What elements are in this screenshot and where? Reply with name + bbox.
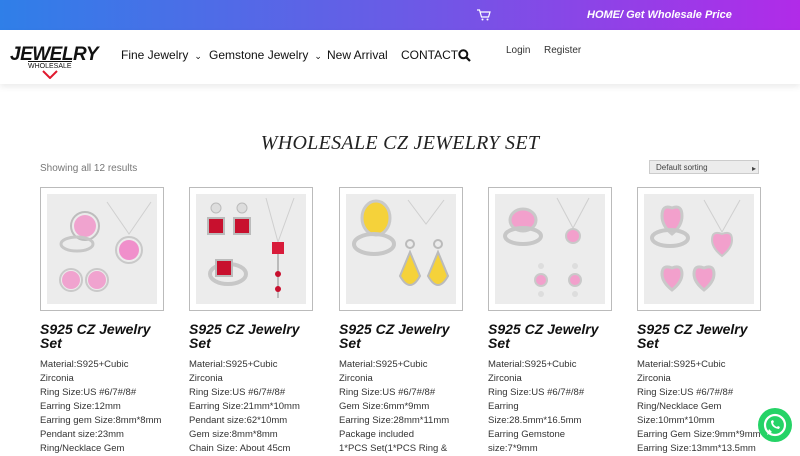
page-title: WHOLESALE CZ JEWELRY SET [260, 132, 540, 154]
product-spec-line: Gem Size:6mm*9mm [339, 401, 430, 412]
wholesale-price-link[interactable]: HOME/ Get Wholesale Price [587, 9, 732, 21]
nav-label: Gemstone Jewelry [209, 48, 309, 62]
product-spec-line: Zirconia [189, 373, 223, 384]
product-spec-line: Material:S925+Cubic [40, 359, 129, 370]
nav-label: Fine Jewelry [121, 48, 189, 62]
product-title[interactable]: S925 CZ Jewelry Set [339, 322, 463, 350]
product-spec-line: Earring Gemstone [488, 429, 566, 440]
nav-fine-jewelry[interactable]: Fine Jewelry ⌄ [121, 48, 202, 62]
product-spec-line: Pendant size:62*10mm [189, 415, 288, 426]
product-spec-line: Material:S925+Cubic [637, 359, 726, 370]
site-logo[interactable]: JEWELRY WHOLESALE [10, 44, 99, 79]
search-icon[interactable] [458, 49, 471, 62]
register-link[interactable]: Register [544, 45, 581, 56]
product-spec-line: Ring/Necklace Gem [637, 401, 722, 412]
nav-gemstone-jewelry[interactable]: Gemstone Jewelry ⌄ [209, 48, 322, 62]
product-image-frame[interactable] [40, 187, 164, 311]
nav-label: CONTACT [401, 48, 459, 62]
site-header [0, 30, 800, 84]
product-spec-line: Earring Size:28mm*11mm [339, 415, 450, 426]
product-spec-line: Ring Size:US #6/7#/8# [488, 387, 585, 398]
product-spec-line: Earring Size:13mm*13.5mm [637, 443, 756, 454]
product-description: Material:S925+Cubic Zirconia Ring Size:U… [40, 358, 164, 456]
chevron-down-icon: ⌄ [314, 51, 322, 61]
product-spec-line: Earring gem Size:8mm*8mm [40, 415, 162, 426]
results-count: Showing all 12 results [40, 163, 138, 174]
product-title[interactable]: S925 CZ Jewelry Set [488, 322, 612, 350]
nav-contact[interactable]: CONTACT [401, 48, 458, 62]
product-title[interactable]: S925 CZ Jewelry Set [637, 322, 761, 350]
product-spec-line: Ring Size:US #6/7#/8# [189, 387, 286, 398]
product-spec-line: Zirconia [40, 373, 74, 384]
product-spec-line: Size:28.5mm*16.5mm [488, 415, 582, 426]
whatsapp-icon [763, 413, 787, 437]
product-spec-line: Zirconia [637, 373, 671, 384]
product-spec-line: Ring Size:US #6/7#/8# [40, 387, 137, 398]
product-spec-line: Chain Size: About 45cm [189, 443, 291, 454]
product-description: Material:S925+Cubic Zirconia Ring Size:U… [488, 358, 612, 456]
product-spec-line: 1*PCS Set(1*PCS Ring & [339, 443, 448, 454]
product-spec-line: Earring Gem Size:9mm*9mm [637, 429, 761, 440]
product-spec-line: size:7*9mm [488, 443, 538, 454]
product-spec-line: Material:S925+Cubic [339, 359, 428, 370]
product-image [495, 194, 605, 304]
product-spec-line: Ring Size:US #6/7#/8# [339, 387, 436, 398]
nav-new-arrival[interactable]: New Arrival [327, 48, 388, 62]
product-spec-line: Pendant size:23mm [40, 429, 124, 440]
product-spec-line: Gem size:8mm*8mm [189, 429, 278, 440]
product-spec-line: Material:S925+Cubic [488, 359, 577, 370]
cart-icon[interactable] [477, 9, 491, 21]
product-spec-line: Material:S925+Cubic [189, 359, 278, 370]
product-spec-line: Earring [488, 401, 519, 412]
product-spec-line: Package included [339, 429, 414, 440]
sort-select[interactable]: Default sorting ▸ [649, 160, 759, 174]
product-description: Material:S925+Cubic Zirconia Ring Size:U… [339, 358, 463, 456]
product-spec-line: Ring/Necklace Gem [40, 443, 125, 454]
login-link[interactable]: Login [506, 45, 530, 56]
product-title[interactable]: S925 CZ Jewelry Set [40, 322, 164, 350]
nav-label: New Arrival [327, 48, 388, 62]
product-spec-line: Zirconia [488, 373, 522, 384]
product-spec-line: Earring Size:12mm [40, 401, 121, 412]
product-image-frame[interactable] [488, 187, 612, 311]
product-image [346, 194, 456, 304]
product-image [196, 194, 306, 304]
product-image [644, 194, 754, 304]
logo-sub: WHOLESALE [28, 61, 72, 70]
product-title[interactable]: S925 CZ Jewelry Set [189, 322, 313, 350]
product-spec-line: Size:10mm*10mm [637, 415, 715, 426]
product-image [47, 194, 157, 304]
product-spec-line: Ring Size:US #6/7#/8# [637, 387, 734, 398]
product-image-frame[interactable] [339, 187, 463, 311]
whatsapp-button[interactable] [758, 408, 792, 442]
logo-chevron-icon [42, 70, 58, 79]
top-bar: HOME/ Get Wholesale Price [0, 0, 800, 30]
chevron-down-icon: ▸ [751, 164, 756, 173]
product-image-frame[interactable] [637, 187, 761, 311]
product-spec-line: Zirconia [339, 373, 373, 384]
sort-selected-value: Default sorting [656, 163, 708, 172]
product-spec-line: Earring Size:21mm*10mm [189, 401, 300, 412]
product-description: Material:S925+Cubic Zirconia Ring Size:U… [189, 358, 313, 456]
product-image-frame[interactable] [189, 187, 313, 311]
product-description: Material:S925+Cubic Zirconia Ring Size:U… [637, 358, 761, 456]
chevron-down-icon: ⌄ [194, 51, 202, 61]
